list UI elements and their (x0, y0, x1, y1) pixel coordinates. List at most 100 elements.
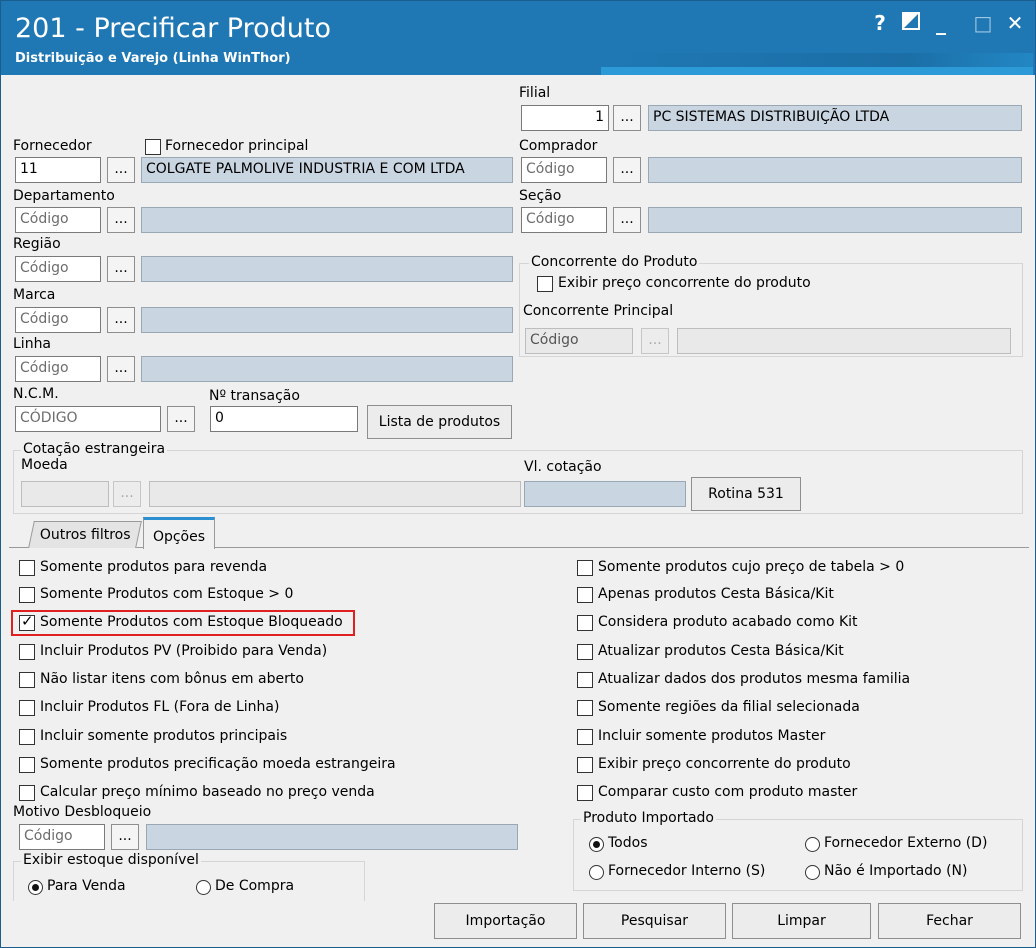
option-checkbox[interactable] (19, 757, 35, 773)
importacao-button-label: Importação (465, 913, 546, 929)
filial-label: Filial (519, 85, 551, 101)
option-checkbox[interactable] (577, 672, 593, 688)
fornecedor-externo-label: Fornecedor Externo (D) (824, 835, 988, 851)
marca-label: Marca (13, 287, 56, 303)
concorrente-group-title: Concorrente do Produto (529, 254, 700, 270)
linha-lookup-button[interactable]: ... (107, 356, 135, 382)
close-icon[interactable]: ✕ (1003, 11, 1027, 35)
motivo-name-field (146, 824, 518, 850)
marca-code-input[interactable]: Código (15, 307, 101, 333)
de-compra-radio[interactable] (196, 880, 211, 895)
option-checkbox[interactable] (577, 700, 593, 716)
departamento-label: Departamento (13, 188, 115, 204)
secao-lookup-button[interactable]: ... (613, 207, 641, 233)
linha-code-input[interactable]: Código (15, 356, 101, 382)
secao-code-input[interactable]: Código (521, 207, 607, 233)
fornecedor-interno-radio[interactable] (589, 865, 604, 880)
option-label: Atualizar dados dos produtos mesma famil… (598, 671, 911, 687)
option-checkbox[interactable] (577, 757, 593, 773)
minimize-icon[interactable]: _ (929, 11, 953, 35)
lista-produtos-button[interactable]: Lista de produtos (367, 405, 512, 439)
option-label: Somente Produtos com Estoque Bloqueado (40, 614, 343, 630)
pesquisar-button[interactable]: Pesquisar (583, 903, 726, 939)
tab-outros-filtros[interactable]: Outros filtros (28, 521, 142, 548)
maximize-icon[interactable]: □ (971, 11, 995, 35)
option-checkbox[interactable] (19, 560, 35, 576)
option-label: Somente Produtos com Estoque > 0 (40, 586, 294, 602)
option-checkbox[interactable] (19, 785, 35, 801)
fornecedor-code-input[interactable]: 11 (15, 157, 101, 183)
option-label: Considera produto acabado como Kit (598, 614, 858, 630)
nao-importado-label: Não é Importado (N) (824, 863, 968, 879)
importado-group-title: Produto Importado (581, 810, 716, 826)
transacao-input[interactable]: 0 (210, 406, 358, 432)
fornecedor-principal-checkbox[interactable] (145, 139, 161, 155)
exibir-concorrente-checkbox[interactable] (537, 276, 553, 292)
limpar-button[interactable]: Limpar (732, 903, 871, 939)
option-label: Somente produtos precificação moeda estr… (40, 756, 396, 772)
departamento-code-input[interactable]: Código (15, 207, 101, 233)
moeda-code-input (21, 481, 109, 507)
option-checkbox[interactable] (19, 700, 35, 716)
filial-code-input[interactable]: 1 (521, 105, 609, 131)
para-venda-radio[interactable] (28, 880, 43, 895)
ncm-code-input[interactable]: CÓDIGO (15, 406, 161, 432)
comprador-label: Comprador (519, 138, 598, 154)
limpar-button-label: Limpar (777, 913, 826, 929)
fechar-button[interactable]: Fechar (878, 903, 1021, 939)
vl-cotacao-label: Vl. cotação (524, 459, 602, 475)
motivo-code-input[interactable]: Código (19, 824, 105, 850)
option-checkbox[interactable] (577, 615, 593, 631)
title-bar-accent (601, 67, 1033, 75)
option-checkbox[interactable] (19, 612, 35, 631)
window-title: 201 - Precificar Produto (15, 13, 331, 44)
ncm-lookup-button[interactable]: ... (167, 406, 195, 432)
concorrente-name-field (677, 328, 1011, 354)
rotina-531-button[interactable]: Rotina 531 (691, 477, 801, 511)
secao-name-field (648, 207, 1022, 233)
option-label: Exibir preço concorrente do produto (598, 756, 851, 772)
option-checkbox[interactable] (19, 729, 35, 745)
main-window: 201 - Precificar Produto Distribuição e … (0, 0, 1036, 948)
option-checkbox[interactable] (577, 729, 593, 745)
option-checkbox[interactable] (19, 644, 35, 660)
option-label: Não listar itens com bônus em aberto (40, 671, 304, 687)
fornecedor-externo-radio[interactable] (805, 837, 820, 852)
filial-lookup-button[interactable]: ... (613, 105, 641, 131)
marca-lookup-button[interactable]: ... (107, 307, 135, 333)
de-compra-label: De Compra (215, 878, 295, 894)
departamento-lookup-button[interactable]: ... (107, 207, 135, 233)
option-checkbox[interactable] (577, 560, 593, 576)
motivo-lookup-button[interactable]: ... (111, 824, 139, 850)
help-icon[interactable]: ? (868, 11, 892, 35)
comprador-lookup-button[interactable]: ... (613, 157, 641, 183)
fornecedor-lookup-button[interactable]: ... (107, 157, 135, 183)
moeda-label: Moeda (21, 457, 68, 473)
option-checkbox[interactable] (577, 785, 593, 801)
todos-radio[interactable] (589, 837, 604, 852)
importacao-button[interactable]: Importação (434, 903, 577, 939)
option-label: Apenas produtos Cesta Básica/Kit (598, 586, 834, 602)
nao-importado-radio[interactable] (805, 865, 820, 880)
title-bar-decoration (601, 53, 1033, 67)
theme-icon[interactable] (899, 11, 923, 35)
motivo-label: Motivo Desbloqueio (13, 804, 152, 820)
option-checkbox[interactable] (19, 587, 35, 603)
option-checkbox[interactable] (577, 587, 593, 603)
fechar-button-label: Fechar (926, 913, 973, 929)
tab-opcoes-label: Opções (152, 529, 206, 545)
option-checkbox[interactable] (19, 672, 35, 688)
regiao-code-input[interactable]: Código (15, 256, 101, 282)
cotacao-group-title: Cotação estrangeira (21, 441, 168, 457)
todos-label: Todos (608, 835, 648, 851)
regiao-lookup-button[interactable]: ... (107, 256, 135, 282)
option-label: Incluir somente produtos Master (598, 728, 826, 744)
linha-name-field (141, 356, 513, 382)
comprador-code-input[interactable]: Código (521, 157, 607, 183)
option-label: Somente produtos para revenda (40, 559, 268, 575)
exibir-concorrente-label: Exibir preço concorrente do produto (558, 275, 811, 291)
fornecedor-name-field: COLGATE PALMOLIVE INDUSTRIA E COM LTDA (141, 157, 513, 183)
secao-label: Seção (519, 188, 562, 204)
tab-opcoes[interactable]: Opções (143, 517, 215, 549)
option-checkbox[interactable] (577, 644, 593, 660)
